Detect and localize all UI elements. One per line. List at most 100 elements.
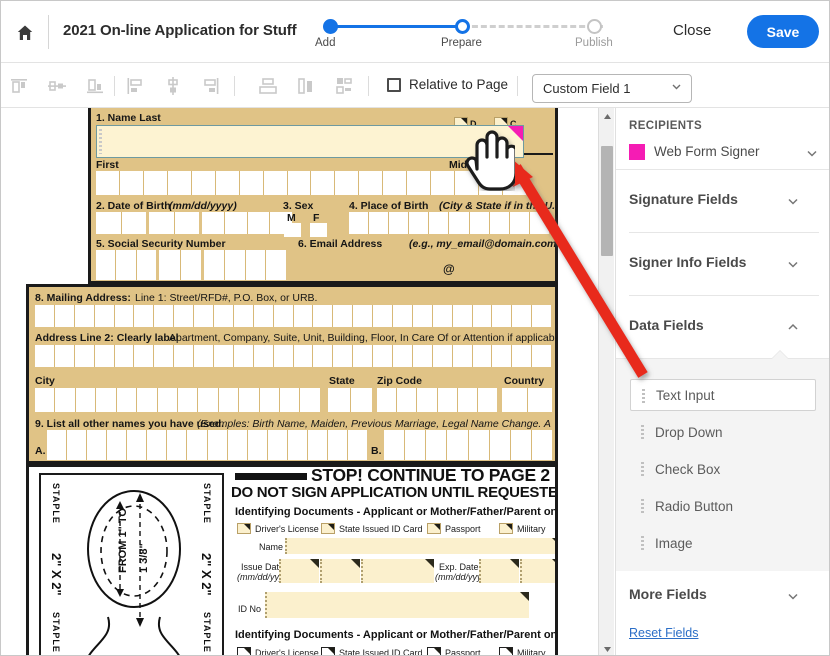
data-field-radio-button[interactable]: Radio Button <box>630 490 816 522</box>
form-cells-zip[interactable] <box>377 388 497 412</box>
reset-fields-link[interactable]: Reset Fields <box>629 626 698 640</box>
form-cells-name[interactable] <box>96 171 526 195</box>
recipients-heading: RECIPIENTS <box>629 120 703 132</box>
accordion-more-fields[interactable]: More Fields <box>616 571 829 621</box>
match-size-icon[interactable] <box>333 75 355 97</box>
data-field-label: Radio Button <box>655 498 734 514</box>
form-hint-pob: (City & State if in the U.S., or City <box>439 200 556 212</box>
form-cells-ssn-2[interactable] <box>159 250 201 280</box>
data-field-label: Image <box>655 535 693 551</box>
align-horizontal-center-icon[interactable] <box>162 75 184 97</box>
accordion-title-signer-info-fields: Signer Info Fields <box>629 254 747 270</box>
drag-grip-icon[interactable] <box>641 425 644 439</box>
align-left-icon[interactable] <box>124 75 146 97</box>
form-cells-state[interactable] <box>328 388 372 412</box>
doc-type-checkbox-passport-3[interactable] <box>427 647 441 655</box>
progress-label-prepare: Prepare <box>441 37 482 49</box>
custom-field-select[interactable]: Custom Field 1 <box>532 74 692 103</box>
home-icon[interactable] <box>9 17 41 49</box>
form-cells-othername-a[interactable] <box>47 430 367 460</box>
data-field-drop-down[interactable]: Drop Down <box>630 416 816 448</box>
progress-label-add: Add <box>315 37 336 49</box>
doc-type-label-state-id-3: State Issued ID Card <box>339 648 423 656</box>
form-cell-sex-m[interactable] <box>284 223 301 237</box>
form-cells-ssn-3[interactable] <box>204 250 286 280</box>
accordion-title-data-fields: Data Fields <box>629 317 704 333</box>
id-name-field[interactable] <box>285 538 555 554</box>
chevron-down-icon[interactable] <box>786 589 800 608</box>
form-cells-addr1[interactable] <box>35 305 551 327</box>
align-right-icon[interactable] <box>200 75 222 97</box>
form-cells-ssn-1[interactable] <box>96 250 156 280</box>
drag-grip-icon[interactable] <box>642 389 645 403</box>
accordion-signature-fields[interactable]: Signature Fields <box>616 170 829 232</box>
form-cells-addr2[interactable] <box>35 345 551 367</box>
form-cells-dob-yyyy[interactable] <box>202 212 292 234</box>
chevron-down-icon[interactable] <box>786 194 800 213</box>
doc-type-checkbox-drivers-license-3[interactable] <box>237 647 251 655</box>
close-button[interactable]: Close <box>673 22 711 39</box>
doc-type-label-drivers-license-2: Driver's License <box>255 524 319 534</box>
form-block-documents: STAPLE STAPLE STAPLE STAPLE 2" X 2" 2" X… <box>26 464 558 656</box>
relative-to-page-toggle[interactable]: Relative to Page <box>387 77 508 92</box>
data-field-text-input[interactable]: Text Input <box>630 379 816 411</box>
doc-type-checkbox-passport-2[interactable] <box>427 523 441 534</box>
form-cells-dob-dd[interactable] <box>149 212 199 234</box>
form-cells-othername-b[interactable] <box>384 430 552 460</box>
form-label-othernames: 9. List all other names you have used. <box>35 418 225 430</box>
chevron-down-icon[interactable] <box>786 257 800 276</box>
relative-to-page-checkbox[interactable] <box>387 77 401 92</box>
progress-dot-publish[interactable] <box>587 19 602 34</box>
chevron-up-icon[interactable] <box>786 320 800 339</box>
form-cells-dob-mm[interactable] <box>96 212 146 234</box>
document-canvas[interactable]: 1. Name Last First Middle 2. Date of Bir… <box>1 108 614 656</box>
data-field-image[interactable]: Image <box>630 527 816 559</box>
doc-type-label-passport-2: Passport <box>445 524 481 534</box>
align-bottom-icon[interactable] <box>84 75 106 97</box>
align-vertical-center-icon[interactable] <box>46 75 68 97</box>
chevron-down-icon[interactable] <box>805 146 819 165</box>
accordion-data-fields[interactable]: Data Fields <box>616 296 829 358</box>
doc-type-label-drivers-license-3: Driver's License <box>255 648 319 656</box>
save-button[interactable]: Save <box>747 15 819 48</box>
scroll-up-arrow-icon[interactable] <box>599 108 615 124</box>
match-width-icon[interactable] <box>257 75 279 97</box>
form-hint-dob: (mm/dd/yyyy) <box>169 200 237 212</box>
form-cells-email[interactable] <box>298 250 438 280</box>
accordion-title-signature-fields: Signature Fields <box>629 191 738 207</box>
id-exp-date-mm-field[interactable] <box>479 559 519 583</box>
align-top-icon[interactable] <box>8 75 30 97</box>
form-cells-country[interactable] <box>502 388 552 412</box>
form-cells-city[interactable] <box>35 388 320 412</box>
doc-type-checkbox-military-2[interactable] <box>499 523 513 534</box>
id-issue-date-dd-field[interactable] <box>320 559 360 583</box>
scroll-down-arrow-icon[interactable] <box>599 641 615 655</box>
document-scrollbar-thumb[interactable] <box>601 146 613 256</box>
doc-type-checkbox-military-3[interactable] <box>499 647 513 655</box>
progress-label-publish: Publish <box>575 37 613 49</box>
do-not-sign-warning: DO NOT SIGN APPLICATION UNTIL REQUESTED … <box>231 484 558 501</box>
form-label-addr2: Address Line 2: Clearly label <box>35 332 179 344</box>
application-window: 2021 On-line Application for Stuff Add P… <box>0 0 830 656</box>
drag-grip-icon[interactable] <box>641 536 644 550</box>
data-field-check-box[interactable]: Check Box <box>630 453 816 485</box>
id-exp-date-dd-field[interactable] <box>520 559 555 583</box>
id-issue-date-yyyy-field[interactable] <box>361 559 434 583</box>
id-issue-date-mm-field[interactable] <box>279 559 319 583</box>
form-cells-pob[interactable] <box>349 212 549 234</box>
doc-type-checkbox-state-id-3[interactable] <box>321 647 335 655</box>
form-cell-sex-f[interactable] <box>310 223 327 237</box>
id-no-field[interactable] <box>265 592 529 618</box>
drag-grip-icon[interactable] <box>641 499 644 513</box>
doc-type-checkbox-drivers-license-2[interactable] <box>237 523 251 534</box>
selected-form-field[interactable] <box>96 125 524 158</box>
accordion-signer-info-fields[interactable]: Signer Info Fields <box>616 233 829 295</box>
form-label: 1. Name Last <box>96 112 161 124</box>
match-height-icon[interactable] <box>295 75 317 97</box>
document-scrollbar[interactable] <box>598 108 615 655</box>
progress-dot-prepare[interactable] <box>455 19 470 34</box>
progress-dot-add[interactable] <box>323 19 338 34</box>
form-hint-othernames: (Examples: Birth Name, Maiden, Previous … <box>197 418 551 430</box>
doc-type-checkbox-state-id-2[interactable] <box>321 523 335 534</box>
drag-grip-icon[interactable] <box>641 462 644 476</box>
